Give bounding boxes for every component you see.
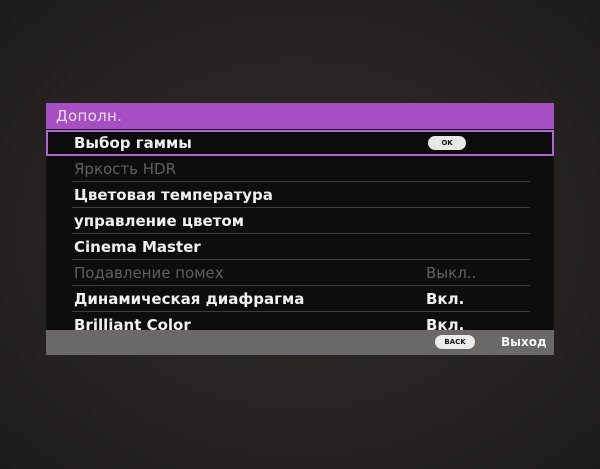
osd-menu-panel: Дополн. Выбор гаммы OK Яркость HDR Цвето…	[46, 103, 554, 355]
menu-title: Дополн.	[56, 107, 123, 125]
ok-button[interactable]: OK	[428, 136, 466, 150]
menu-item-cinema-master[interactable]: Cinema Master	[46, 234, 554, 260]
menu-item-label: Выбор гаммы	[74, 134, 192, 152]
menu-item-noise-reduction: Подавление помех Выкл..	[46, 260, 554, 286]
exit-label: Выход	[501, 335, 547, 349]
menu-item-label: Подавление помех	[74, 264, 224, 282]
menu-item-gamma[interactable]: Выбор гаммы OK	[46, 130, 554, 156]
osd-footer: BACK Выход	[46, 330, 554, 355]
back-button[interactable]: BACK	[435, 335, 475, 349]
menu-item-label: Цветовая температура	[74, 186, 273, 204]
menu-item-label: Яркость HDR	[74, 160, 177, 178]
menu-item-hdr-brightness: Яркость HDR	[46, 156, 554, 182]
projector-screen: Дополн. Выбор гаммы OK Яркость HDR Цвето…	[0, 0, 600, 469]
menu-item-dynamic-iris[interactable]: Динамическая диафрагма Вкл.	[46, 286, 554, 312]
menu-item-label: Cinema Master	[74, 238, 201, 256]
osd-header: Дополн.	[46, 103, 554, 129]
menu-item-value: Вкл.	[426, 316, 465, 330]
menu-item-value: Выкл..	[426, 264, 477, 282]
menu-item-value: Вкл.	[426, 290, 465, 308]
menu-item-color-temperature[interactable]: Цветовая температура	[46, 182, 554, 208]
menu-item-color-management[interactable]: управление цветом	[46, 208, 554, 234]
menu-item-label: Динамическая диафрагма	[74, 290, 305, 308]
menu-item-label: Brilliant Color	[74, 316, 191, 330]
menu-list: Выбор гаммы OK Яркость HDR Цветовая темп…	[46, 130, 554, 330]
menu-item-brilliant-color[interactable]: Brilliant Color Вкл.	[46, 312, 554, 330]
menu-item-label: управление цветом	[74, 212, 244, 230]
